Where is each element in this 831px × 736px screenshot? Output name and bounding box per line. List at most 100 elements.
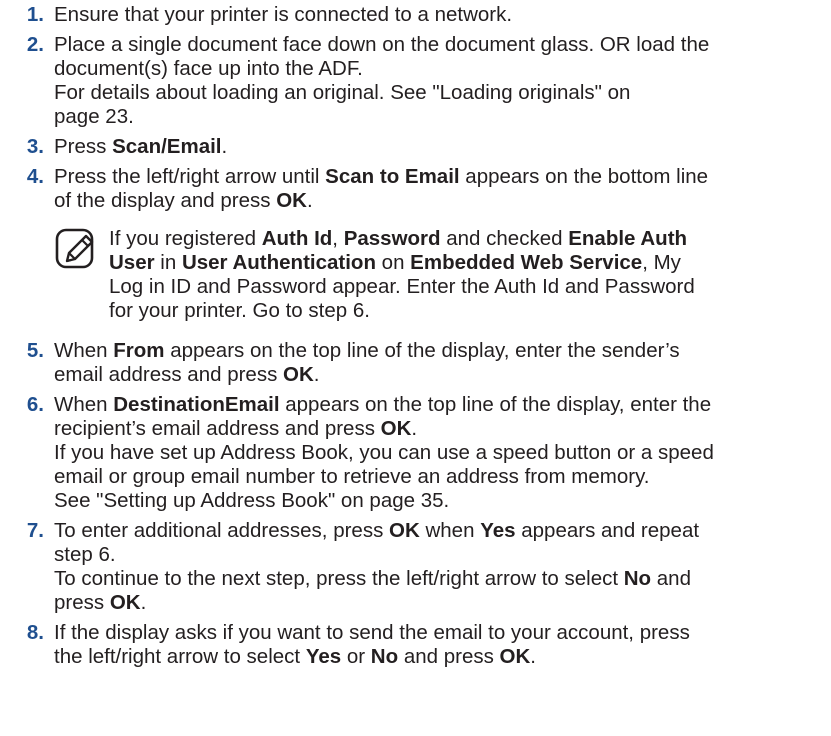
text-run: Press the left/right arrow until bbox=[54, 165, 326, 188]
text-line: To continue to the next step, press the … bbox=[54, 567, 826, 591]
text-run: . bbox=[313, 363, 320, 386]
bold-term: No bbox=[370, 645, 399, 668]
step-text: To enter additional addresses, press OK … bbox=[54, 519, 826, 615]
text-run: email address and press bbox=[54, 363, 284, 386]
bold-term: Yes bbox=[305, 645, 342, 668]
text-line: email address and press OK. bbox=[54, 363, 826, 387]
step-text: If the display asks if you want to send … bbox=[54, 621, 826, 669]
bold-term: Scan to Email bbox=[325, 165, 460, 188]
step-number: 4. bbox=[26, 165, 44, 188]
text-line: User in User Authentication on Embedded … bbox=[109, 251, 826, 275]
step-number: 5. bbox=[26, 339, 44, 362]
step-number: 7. bbox=[26, 519, 44, 542]
text-run: in bbox=[154, 251, 182, 274]
text-run: For details about loading an original. S… bbox=[54, 81, 631, 104]
bold-term: OK bbox=[276, 189, 307, 212]
text-run: appears on the top line of the display, … bbox=[279, 393, 712, 416]
text-run: . bbox=[530, 645, 536, 668]
bold-term: No bbox=[623, 567, 652, 590]
text-line: step 6. bbox=[54, 543, 826, 567]
bold-term: From bbox=[113, 339, 165, 362]
text-line: Press Scan/Email. bbox=[54, 135, 826, 159]
text-run: on bbox=[375, 251, 411, 274]
text-line: the left/right arrow to select Yes or No… bbox=[54, 645, 826, 669]
text-run: appears on the top line of the display, … bbox=[164, 339, 680, 362]
text-run: the left/right arrow to select bbox=[54, 645, 306, 668]
text-run: , bbox=[332, 227, 344, 250]
step-item: 7. To enter additional addresses, press O… bbox=[14, 519, 826, 615]
text-line: When DestinationEmail appears on the top… bbox=[54, 393, 826, 417]
text-run: Press bbox=[54, 135, 113, 158]
text-run: To continue to the next step, press the … bbox=[54, 567, 624, 590]
text-run: When bbox=[54, 339, 114, 362]
bold-term: OK bbox=[380, 417, 412, 440]
step-number: 8. bbox=[26, 621, 44, 644]
manual-page: 1. Ensure that your printer is connected … bbox=[0, 0, 831, 736]
text-run: When bbox=[54, 393, 114, 416]
bold-term: OK bbox=[283, 363, 314, 386]
text-run: If you registered bbox=[109, 227, 262, 250]
text-line: See "Setting up Address Book" on page 35… bbox=[54, 489, 826, 513]
text-run: and checked bbox=[440, 227, 569, 250]
bold-term: Embedded Web Service bbox=[410, 251, 643, 274]
text-run: , My bbox=[642, 251, 681, 274]
bold-term: Auth Id bbox=[261, 227, 333, 250]
text-run: recipient’s email address and press bbox=[54, 417, 381, 440]
text-line: press OK. bbox=[54, 591, 826, 615]
bold-term: Password bbox=[343, 227, 441, 250]
text-line: Place a single document face down on the… bbox=[54, 33, 826, 57]
text-line: page 23. bbox=[54, 105, 826, 129]
step-text: Place a single document face down on the… bbox=[54, 33, 826, 129]
text-run: . bbox=[221, 135, 228, 158]
text-line: When From appears on the top line of the… bbox=[54, 339, 826, 363]
step-item: 4. Press the left/right arrow until Scan … bbox=[14, 165, 826, 323]
bold-term: OK bbox=[499, 645, 531, 668]
text-run: . bbox=[306, 189, 313, 212]
bold-term: Enable Auth bbox=[568, 227, 688, 250]
text-run: If the display asks if you want to send … bbox=[54, 621, 690, 644]
bold-term: OK bbox=[389, 519, 420, 542]
text-line: recipient’s email address and press OK. bbox=[54, 417, 826, 441]
text-run: or bbox=[341, 645, 371, 668]
step-text: Press Scan/Email. bbox=[54, 135, 826, 159]
bold-term: User bbox=[109, 251, 155, 274]
step-text: When DestinationEmail appears on the top… bbox=[54, 393, 826, 513]
bold-term: Scan/Email bbox=[112, 135, 222, 158]
bold-term: OK bbox=[109, 591, 141, 614]
text-run: for your printer. Go to step 6. bbox=[109, 299, 370, 322]
step-item: 5. When From appears on the top line of t… bbox=[14, 339, 826, 387]
text-run: If you have set up Address Book, you can… bbox=[54, 441, 714, 464]
note-text: If you registered Auth Id, Password and … bbox=[109, 227, 826, 323]
step-text: When From appears on the top line of the… bbox=[54, 339, 826, 387]
text-line: Press the left/right arrow until Scan to… bbox=[54, 165, 826, 189]
step-item: 2. Place a single document face down on t… bbox=[14, 33, 826, 129]
step-item: 6. When DestinationEmail appears on the t… bbox=[14, 393, 826, 513]
text-run: appears on the bottom line bbox=[459, 165, 709, 188]
text-line: To enter additional addresses, press OK … bbox=[54, 519, 826, 543]
text-run: document(s) face up into the ADF. bbox=[54, 57, 363, 80]
step-item: 3. Press Scan/Email. bbox=[14, 135, 826, 159]
text-run: Place a single document face down on the… bbox=[54, 33, 710, 56]
text-run: of the display and press bbox=[54, 189, 277, 212]
text-line: If the display asks if you want to send … bbox=[54, 621, 826, 645]
step-number: 2. bbox=[26, 33, 44, 56]
note-block: If you registered Auth Id, Password and … bbox=[54, 227, 826, 323]
bold-term: DestinationEmail bbox=[113, 393, 280, 416]
text-line: If you registered Auth Id, Password and … bbox=[109, 227, 826, 251]
text-run: See "Setting up Address Book" on page 35… bbox=[54, 489, 450, 512]
text-run: and bbox=[651, 567, 691, 590]
note-pencil-icon bbox=[55, 228, 94, 269]
text-run: email or group email number to retrieve … bbox=[54, 465, 650, 488]
step-number: 3. bbox=[26, 135, 44, 158]
text-line: For details about loading an original. S… bbox=[54, 81, 826, 105]
text-line: If you have set up Address Book, you can… bbox=[54, 441, 826, 465]
text-line: of the display and press OK. bbox=[54, 189, 826, 213]
text-run: To enter additional addresses, press bbox=[54, 519, 390, 542]
text-run: page 23. bbox=[54, 105, 134, 128]
step-list: 1. Ensure that your printer is connected … bbox=[14, 3, 826, 669]
text-line: Log in ID and Password appear. Enter the… bbox=[109, 275, 826, 299]
text-line: email or group email number to retrieve … bbox=[54, 465, 826, 489]
text-line: document(s) face up into the ADF. bbox=[54, 57, 826, 81]
text-line: for your printer. Go to step 6. bbox=[109, 299, 826, 323]
text-run: step 6. bbox=[54, 543, 116, 566]
